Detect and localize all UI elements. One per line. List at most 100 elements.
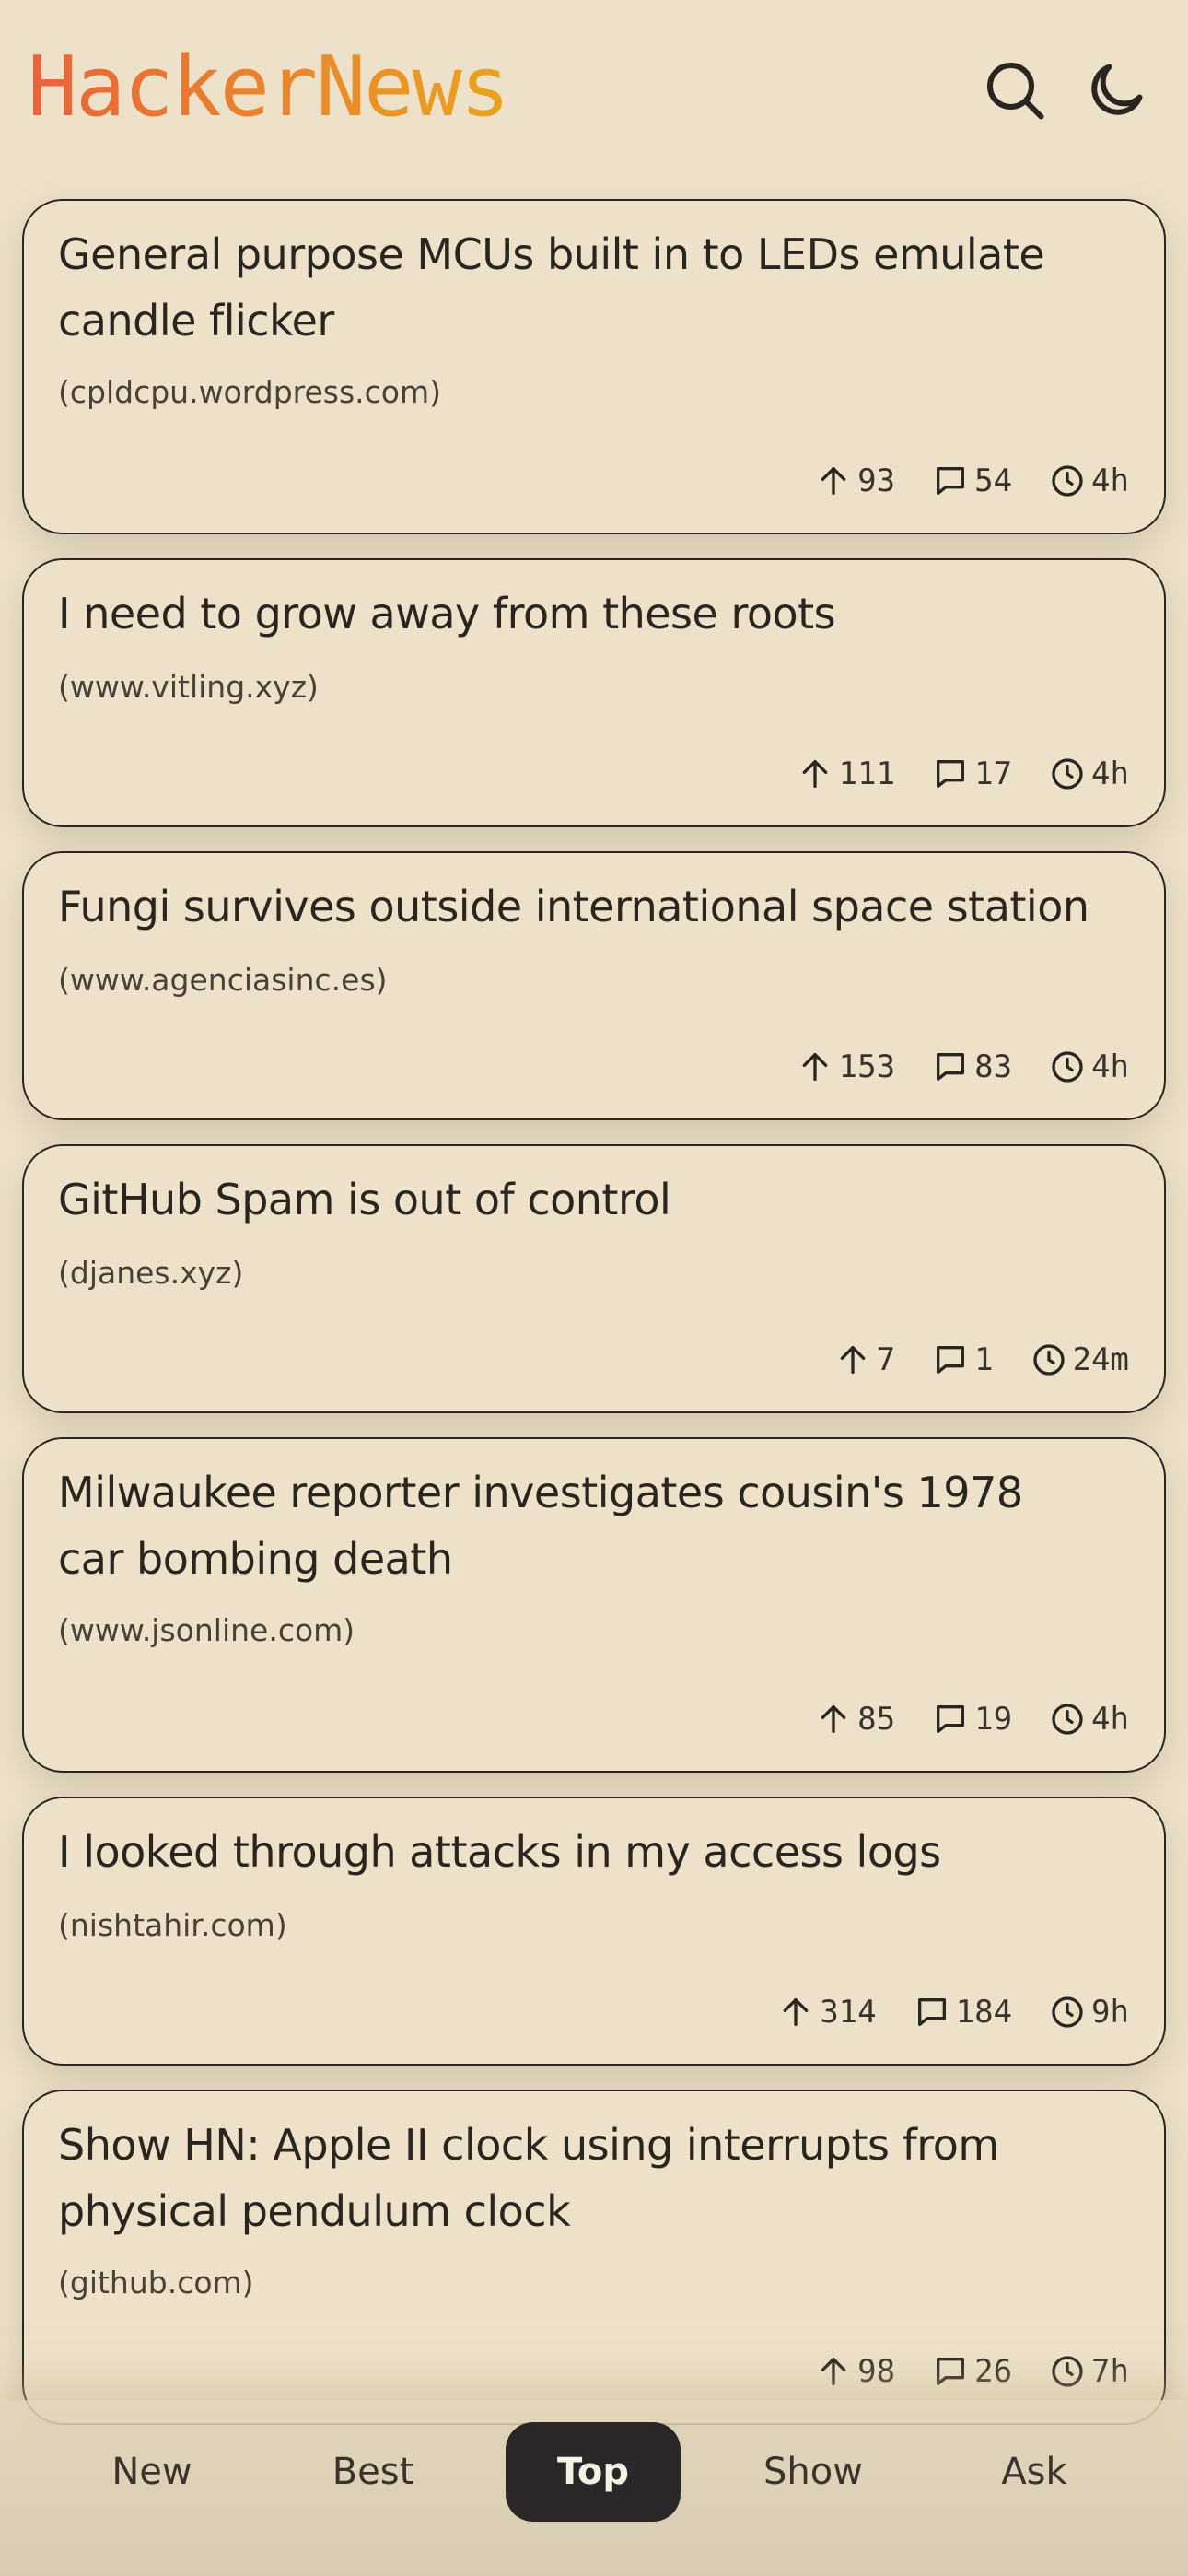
points-stat: 153 xyxy=(797,1048,895,1085)
story-card[interactable]: Milwaukee reporter investigates cousin's… xyxy=(22,1437,1166,1773)
comment-icon xyxy=(937,467,965,495)
clock-icon xyxy=(1052,2356,1083,2387)
age-stat: 4h xyxy=(1049,1701,1129,1738)
story-card[interactable]: Fungi survives outside international spa… xyxy=(22,851,1166,1120)
tab-top[interactable]: Top xyxy=(506,2422,681,2522)
age-value: 4h xyxy=(1091,1048,1129,1085)
comments-stat[interactable]: 26 xyxy=(932,2353,1012,2390)
story-meta: 93 54 4h xyxy=(815,463,1129,499)
points-stat: 98 xyxy=(815,2353,895,2390)
arrow-up-icon xyxy=(783,1998,809,2026)
comments-value: 19 xyxy=(974,1701,1013,1738)
story-meta: 111 17 4h xyxy=(797,755,1129,792)
moon-icon xyxy=(1091,64,1143,115)
age-stat: 7h xyxy=(1049,2353,1129,2390)
clock-icon xyxy=(1052,465,1083,497)
comment-icon xyxy=(917,1998,946,2026)
theme-toggle-button[interactable] xyxy=(1083,57,1149,123)
story-title[interactable]: I need to grow away from these roots xyxy=(58,580,1100,647)
points-value: 98 xyxy=(857,2353,896,2390)
story-card[interactable]: General purpose MCUs built in to LEDs em… xyxy=(22,199,1166,534)
tab-new[interactable]: New xyxy=(64,2422,239,2522)
points-stat: 93 xyxy=(815,463,895,499)
story-meta: 98 26 7h xyxy=(815,2353,1129,2390)
arrow-up-icon xyxy=(802,1053,828,1081)
comments-value: 184 xyxy=(955,1994,1013,2031)
story-domain: (github.com) xyxy=(58,2265,254,2301)
clock-icon xyxy=(1052,758,1083,790)
age-stat: 4h xyxy=(1049,1048,1129,1085)
story-title[interactable]: GitHub Spam is out of control xyxy=(58,1166,1100,1233)
search-button[interactable] xyxy=(982,57,1048,123)
age-value: 24m xyxy=(1072,1341,1129,1378)
tab-show[interactable]: Show xyxy=(726,2422,901,2522)
tab-best[interactable]: Best xyxy=(285,2422,460,2522)
story-title[interactable]: I looked through attacks in my access lo… xyxy=(58,1819,1100,1885)
arrow-up-icon xyxy=(802,760,828,788)
story-title[interactable]: Show HN: Apple II clock using interrupts… xyxy=(58,2112,1100,2244)
age-value: 4h xyxy=(1091,1701,1129,1738)
story-domain: (www.jsonline.com) xyxy=(58,1612,355,1648)
app-header: HackerNews xyxy=(0,0,1188,184)
comments-stat[interactable]: 19 xyxy=(932,1701,1012,1738)
arrow-up-icon xyxy=(821,2358,846,2385)
tab-ask[interactable]: Ask xyxy=(947,2422,1122,2522)
comments-stat[interactable]: 1 xyxy=(932,1341,994,1378)
comments-stat[interactable]: 54 xyxy=(932,463,1012,499)
points-value: 314 xyxy=(820,1994,877,2031)
points-value: 153 xyxy=(838,1048,896,1085)
story-meta: 7 1 24m xyxy=(834,1341,1129,1378)
comments-stat[interactable]: 184 xyxy=(914,1994,1012,2031)
points-stat: 85 xyxy=(815,1701,895,1738)
story-list: General purpose MCUs built in to LEDs em… xyxy=(22,199,1166,2449)
comments-stat[interactable]: 17 xyxy=(932,755,1012,792)
story-card[interactable]: I looked through attacks in my access lo… xyxy=(22,1797,1166,2066)
clock-icon xyxy=(1052,1051,1083,1083)
age-stat: 24m xyxy=(1031,1341,1129,1378)
points-value: 93 xyxy=(857,463,896,499)
story-card[interactable]: GitHub Spam is out of control (djanes.xy… xyxy=(22,1144,1166,1413)
age-stat: 4h xyxy=(1049,463,1129,499)
comment-icon xyxy=(937,1346,965,1374)
bottom-tab-bar: New Best Top Show Ask xyxy=(0,2400,1188,2576)
app-logo[interactable]: HackerNews xyxy=(28,39,510,135)
clock-icon xyxy=(1052,1704,1083,1735)
story-title[interactable]: General purpose MCUs built in to LEDs em… xyxy=(58,221,1100,354)
points-value: 7 xyxy=(876,1341,896,1378)
age-value: 9h xyxy=(1091,1994,1129,2031)
story-domain: (djanes.xyz) xyxy=(58,1255,244,1291)
age-stat: 9h xyxy=(1049,1994,1129,2031)
comments-value: 1 xyxy=(974,1341,994,1378)
story-title[interactable]: Fungi survives outside international spa… xyxy=(58,873,1100,940)
age-value: 4h xyxy=(1091,463,1129,499)
story-title[interactable]: Milwaukee reporter investigates cousin's… xyxy=(58,1459,1100,1592)
points-stat: 314 xyxy=(777,1994,877,2031)
story-domain: (nishtahir.com) xyxy=(58,1907,287,1943)
comment-icon xyxy=(937,1705,965,1733)
arrow-up-icon xyxy=(840,1346,865,1374)
search-icon xyxy=(987,63,1044,120)
story-card[interactable]: I need to grow away from these roots (ww… xyxy=(22,558,1166,827)
comments-stat[interactable]: 83 xyxy=(932,1048,1012,1085)
story-card[interactable]: Show HN: Apple II clock using interrupts… xyxy=(22,2090,1166,2425)
comments-value: 17 xyxy=(974,755,1013,792)
story-domain: (www.vitling.xyz) xyxy=(58,669,319,705)
arrow-up-icon xyxy=(821,1705,846,1733)
story-domain: (www.agenciasinc.es) xyxy=(58,962,388,998)
comment-icon xyxy=(937,2358,965,2385)
story-domain: (cpldcpu.wordpress.com) xyxy=(58,374,442,410)
story-meta: 314 184 9h xyxy=(777,1994,1129,2031)
comment-icon xyxy=(937,760,965,788)
comment-icon xyxy=(937,1053,965,1081)
points-stat: 7 xyxy=(834,1341,895,1378)
story-meta: 85 19 4h xyxy=(815,1701,1129,1738)
comments-value: 26 xyxy=(974,2353,1013,2390)
comments-value: 83 xyxy=(974,1048,1013,1085)
age-value: 7h xyxy=(1091,2353,1129,2390)
points-value: 85 xyxy=(857,1701,896,1738)
points-stat: 111 xyxy=(797,755,895,792)
age-value: 4h xyxy=(1091,755,1129,792)
comments-value: 54 xyxy=(974,463,1013,499)
clock-icon xyxy=(1032,1344,1065,1376)
age-stat: 4h xyxy=(1049,755,1129,792)
